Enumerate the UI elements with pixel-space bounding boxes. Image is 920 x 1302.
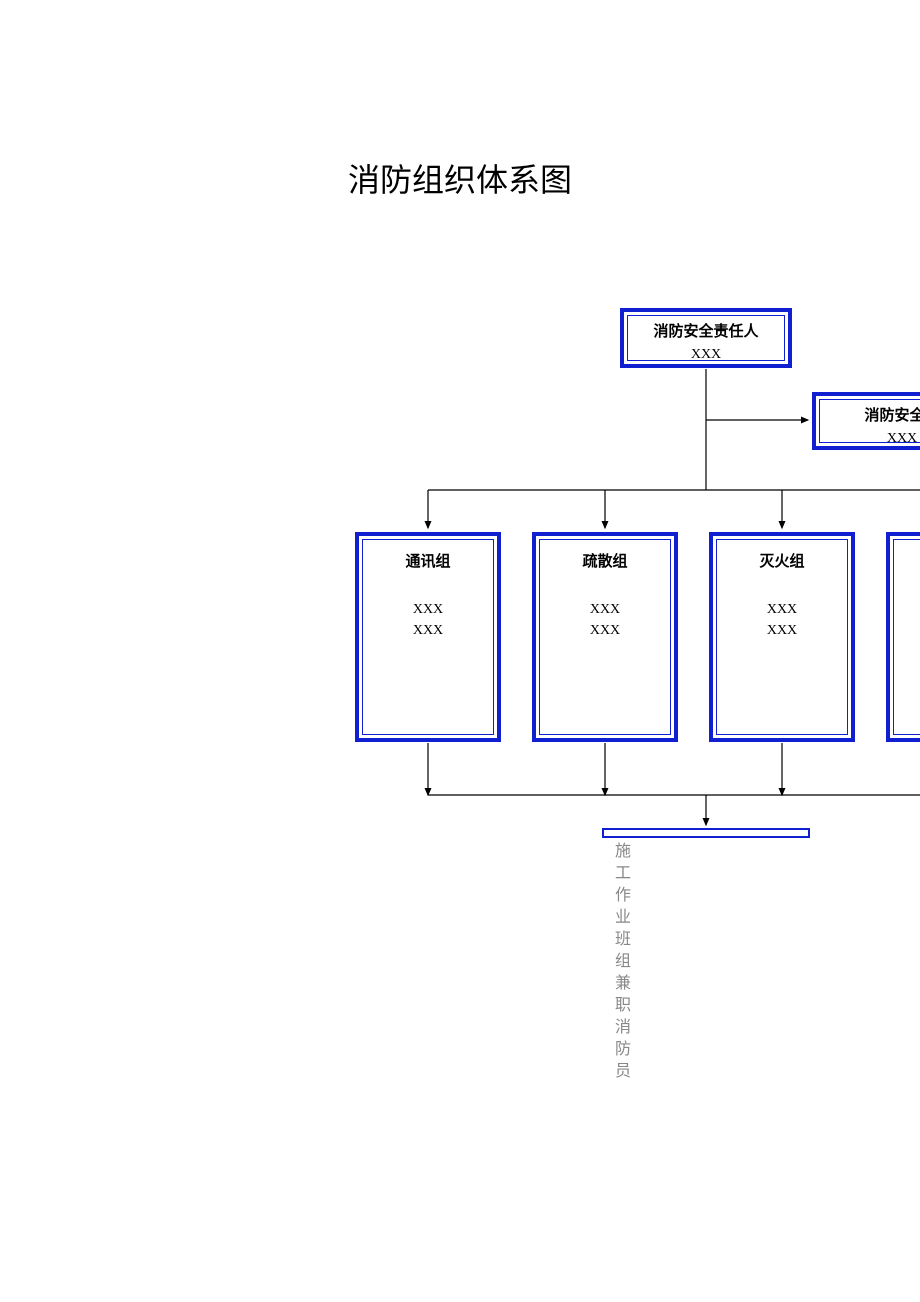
member-line: XXX (536, 620, 674, 641)
member-line: XXX (713, 620, 851, 641)
name-safety-manager: XXX (887, 429, 917, 449)
box-group-firefighting: 灭火组 XXX XXX (709, 532, 855, 742)
label-safety-manager: 消防安全管 (864, 404, 920, 425)
box-responsible-person: 消防安全责任人 XXX (620, 308, 792, 368)
member-line: XXX (536, 599, 674, 620)
label-group-evacuation: 疏散组 (536, 550, 674, 571)
box-bottom-team (602, 828, 810, 838)
name-responsible-person: XXX (691, 345, 721, 365)
members-group-communication: XXX XXX (359, 599, 497, 641)
label-responsible-person: 消防安全责任人 (653, 320, 758, 341)
members-group-firefighting: XXX XXX (713, 599, 851, 641)
members-group-evacuation: XXX XXX (536, 599, 674, 641)
box-group-evacuation: 疏散组 XXX XXX (532, 532, 678, 742)
member-line: XXX (713, 599, 851, 620)
member-line: XXX (359, 620, 497, 641)
box-group-communication: 通讯组 XXX XXX (355, 532, 501, 742)
box-safety-manager: 消防安全管 XXX (812, 392, 920, 450)
box-group-extra (886, 532, 920, 742)
member-line: XXX (359, 599, 497, 620)
label-group-firefighting: 灭火组 (713, 550, 851, 571)
page-title: 消防组织体系图 (0, 155, 920, 201)
label-construction-team-firefighter: 施工作业班组兼职消防员 (608, 842, 632, 1084)
label-group-communication: 通讯组 (359, 550, 497, 571)
